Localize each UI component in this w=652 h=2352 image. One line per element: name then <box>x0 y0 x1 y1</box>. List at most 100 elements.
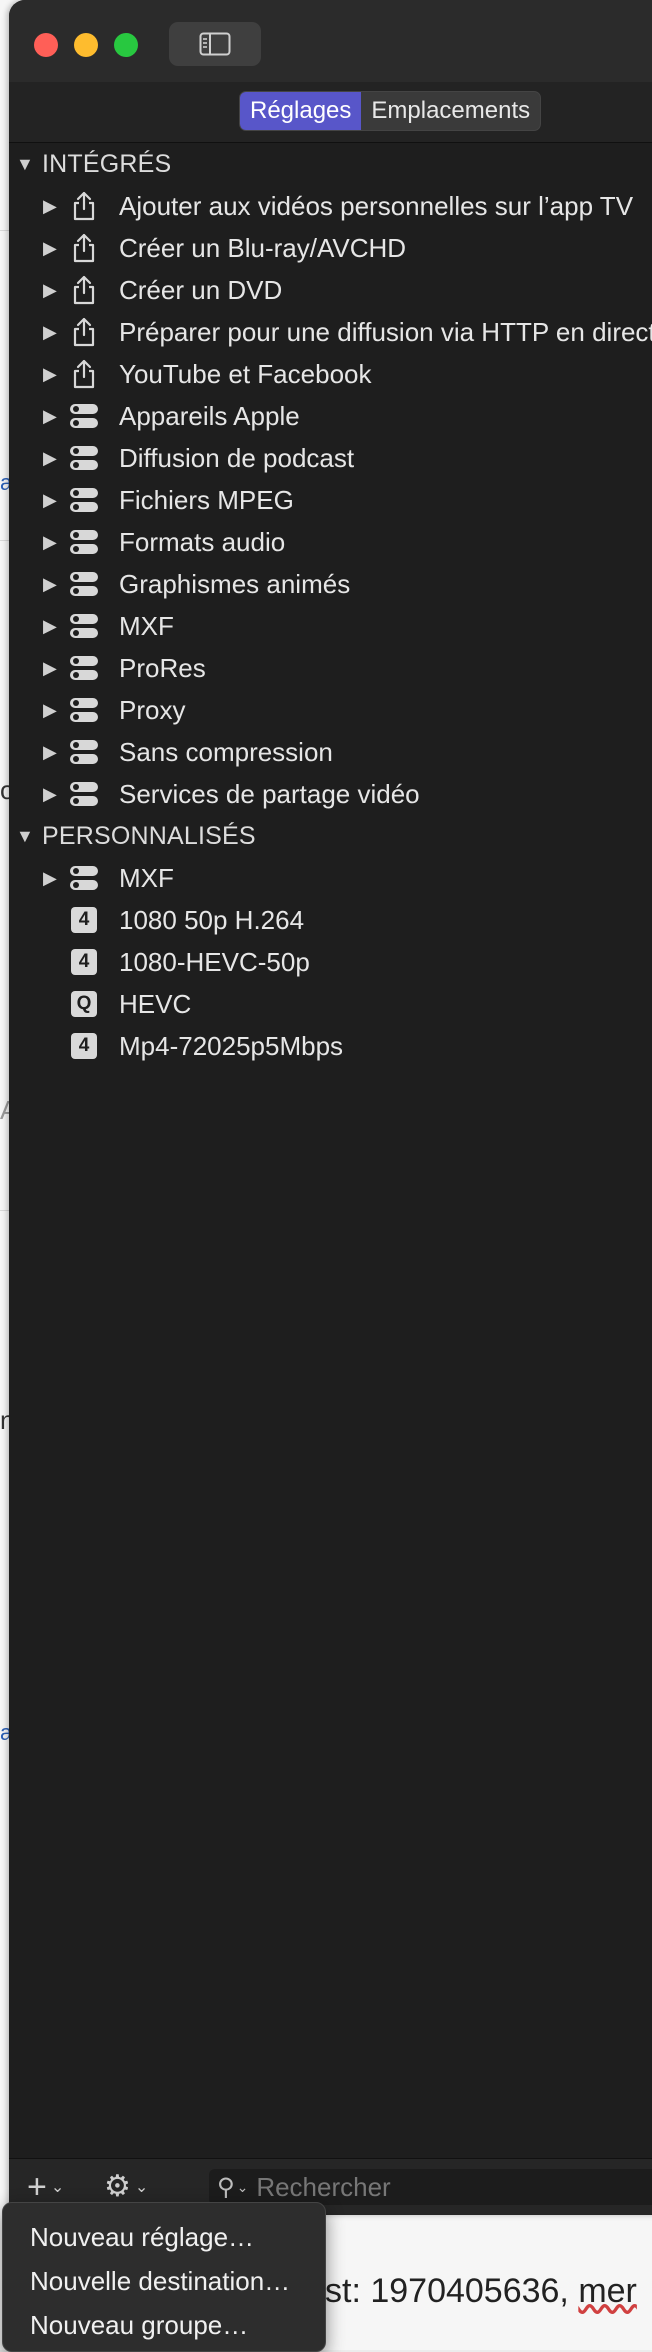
h264-badge-icon: 4 <box>69 905 99 935</box>
preset-row[interactable]: ▶ Préparer pour une diffusion via HTTP en… <box>9 311 652 353</box>
disclosure-collapsed-icon[interactable]: ▶ <box>43 857 57 899</box>
preset-row[interactable]: ▶ Créer un DVD <box>9 269 652 311</box>
preset-row[interactable]: ▶ Diffusion de podcast <box>9 437 652 479</box>
disclosure-collapsed-icon[interactable]: ▶ <box>43 773 57 815</box>
preset-row[interactable]: ▶ MXF <box>9 605 652 647</box>
preset-row[interactable]: ▶ Ajouter aux vidéos personnelles sur l’a… <box>9 185 652 227</box>
disclosure-collapsed-icon[interactable]: ▶ <box>43 311 57 353</box>
settings-group-icon <box>69 569 99 599</box>
zoom-button[interactable] <box>114 33 138 57</box>
share-icon <box>69 317 99 347</box>
close-button[interactable] <box>34 33 58 57</box>
share-icon <box>69 233 99 263</box>
preset-label: ProRes <box>119 652 206 683</box>
disclosure-collapsed-icon[interactable]: ▶ <box>43 731 57 773</box>
group-label: INTÉGRÉS <box>42 149 172 178</box>
search-field[interactable]: ⚲ ⌄ Rechercher <box>209 2169 652 2205</box>
preset-label: MXF <box>119 862 174 893</box>
plus-icon: + <box>27 2168 47 2206</box>
preset-row[interactable]: ▶ Créer un Blu-ray/AVCHD <box>9 227 652 269</box>
preset-row[interactable]: ▶ MXF <box>9 857 652 899</box>
action-menu-button[interactable]: ⚙ ⌄ <box>104 2169 148 2205</box>
preset-row[interactable]: ▶ Formats audio <box>9 521 652 563</box>
preset-label: Services de partage vidéo <box>119 778 420 809</box>
settings-group-icon <box>69 611 99 641</box>
disclosure-expanded-icon[interactable]: ▼ <box>16 143 34 185</box>
disclosure-collapsed-icon[interactable]: ▶ <box>43 479 57 521</box>
disclosure-collapsed-icon[interactable]: ▶ <box>43 269 57 311</box>
preset-label: Créer un Blu-ray/AVCHD <box>119 232 407 263</box>
settings-group-icon <box>69 653 99 683</box>
disclosure-collapsed-icon[interactable]: ▶ <box>43 647 57 689</box>
chevron-down-icon: ⌄ <box>50 2179 65 2196</box>
share-icon <box>69 359 99 389</box>
preset-row[interactable]: ▶ Sans compression <box>9 731 652 773</box>
disclosure-collapsed-icon[interactable]: ▶ <box>43 353 57 395</box>
group-integres[interactable]: ▼ INTÉGRÉS <box>9 143 652 185</box>
quicktime-badge-icon: Q <box>69 989 99 1019</box>
title-bar <box>9 0 652 83</box>
background-text-prefix: st: 1970405636, <box>325 2272 579 2310</box>
tab-emplacements[interactable]: Emplacements <box>361 92 540 130</box>
disclosure-collapsed-icon[interactable]: ▶ <box>43 605 57 647</box>
settings-group-icon <box>69 779 99 809</box>
preset-label: HEVC <box>119 988 192 1019</box>
tab-reglages[interactable]: Réglages <box>240 92 362 130</box>
chevron-down-icon: ⌄ <box>134 2179 149 2196</box>
disclosure-collapsed-icon[interactable]: ▶ <box>43 185 57 227</box>
search-placeholder: Rechercher <box>256 2171 391 2202</box>
preset-row[interactable]: ▶ YouTube et Facebook <box>9 353 652 395</box>
disclosure-expanded-icon[interactable]: ▼ <box>16 815 34 857</box>
preset-row[interactable]: ▶ Appareils Apple <box>9 395 652 437</box>
share-icon <box>69 275 99 305</box>
preset-label: MXF <box>119 610 174 641</box>
minimize-button[interactable] <box>74 33 98 57</box>
preset-row[interactable]: 4 1080 50p H.264 <box>9 899 652 941</box>
settings-group-icon <box>69 527 99 557</box>
preset-label: Créer un DVD <box>119 274 283 305</box>
gear-icon: ⚙ <box>104 2170 131 2203</box>
presets-window: Réglages Emplacements ▼ INTÉGRÉS ▶ Ajouter … <box>9 0 652 2215</box>
view-segmented-control: Réglages Emplacements <box>239 91 542 131</box>
disclosure-collapsed-icon[interactable]: ▶ <box>43 395 57 437</box>
preset-label: Graphismes animés <box>119 568 351 599</box>
preset-label: Préparer pour une diffusion via HTTP en … <box>119 316 652 347</box>
disclosure-collapsed-icon[interactable]: ▶ <box>43 521 57 563</box>
preset-row[interactable]: ▶ ProRes <box>9 647 652 689</box>
preset-label: Diffusion de podcast <box>119 442 355 473</box>
preset-label: 1080-HEVC-50p <box>119 946 310 977</box>
settings-group-icon <box>69 737 99 767</box>
preset-row[interactable]: 4 1080-HEVC-50p <box>9 941 652 983</box>
preset-row[interactable]: ▶ Services de partage vidéo <box>9 773 652 815</box>
background-text: st: 1970405636, mer <box>325 2272 637 2311</box>
preset-label: Proxy <box>119 694 186 725</box>
disclosure-collapsed-icon[interactable]: ▶ <box>43 563 57 605</box>
preset-row[interactable]: ▶ Graphismes animés <box>9 563 652 605</box>
disclosure-collapsed-icon[interactable]: ▶ <box>43 437 57 479</box>
preset-label: 1080 50p H.264 <box>119 904 305 935</box>
preset-row[interactable]: Q HEVC <box>9 983 652 1025</box>
disclosure-collapsed-icon[interactable]: ▶ <box>43 689 57 731</box>
search-icon: ⚲ <box>217 2173 235 2201</box>
settings-group-icon <box>69 485 99 515</box>
preset-label: Ajouter aux vidéos personnelles sur l’ap… <box>119 190 634 221</box>
add-dropdown-menu: Nouveau réglage… Nouvelle destination… N… <box>2 2202 326 2352</box>
sidebar-icon <box>199 32 231 56</box>
preset-row[interactable]: ▶ Proxy <box>9 689 652 731</box>
preset-label: Appareils Apple <box>119 400 300 431</box>
menu-item-new-destination[interactable]: Nouvelle destination… <box>3 2261 325 2301</box>
sidebar-toggle-button[interactable] <box>169 22 261 66</box>
menu-item-new-group[interactable]: Nouveau groupe… <box>3 2305 325 2345</box>
settings-group-icon <box>69 443 99 473</box>
add-menu-button[interactable]: + ⌄ <box>27 2169 64 2205</box>
preset-row[interactable]: ▶ Fichiers MPEG <box>9 479 652 521</box>
disclosure-collapsed-icon[interactable]: ▶ <box>43 227 57 269</box>
chevron-down-icon: ⌄ <box>236 2178 249 2195</box>
background-text-flagged: mer <box>578 2272 637 2310</box>
group-label: PERSONNALISÉS <box>42 821 256 850</box>
group-personnalises[interactable]: ▼ PERSONNALISÉS <box>9 815 652 857</box>
settings-group-icon <box>69 401 99 431</box>
settings-group-icon <box>69 863 99 893</box>
preset-row[interactable]: 4 Mp4-72025p5Mbps <box>9 1025 652 1067</box>
menu-item-new-preset[interactable]: Nouveau réglage… <box>3 2217 325 2257</box>
